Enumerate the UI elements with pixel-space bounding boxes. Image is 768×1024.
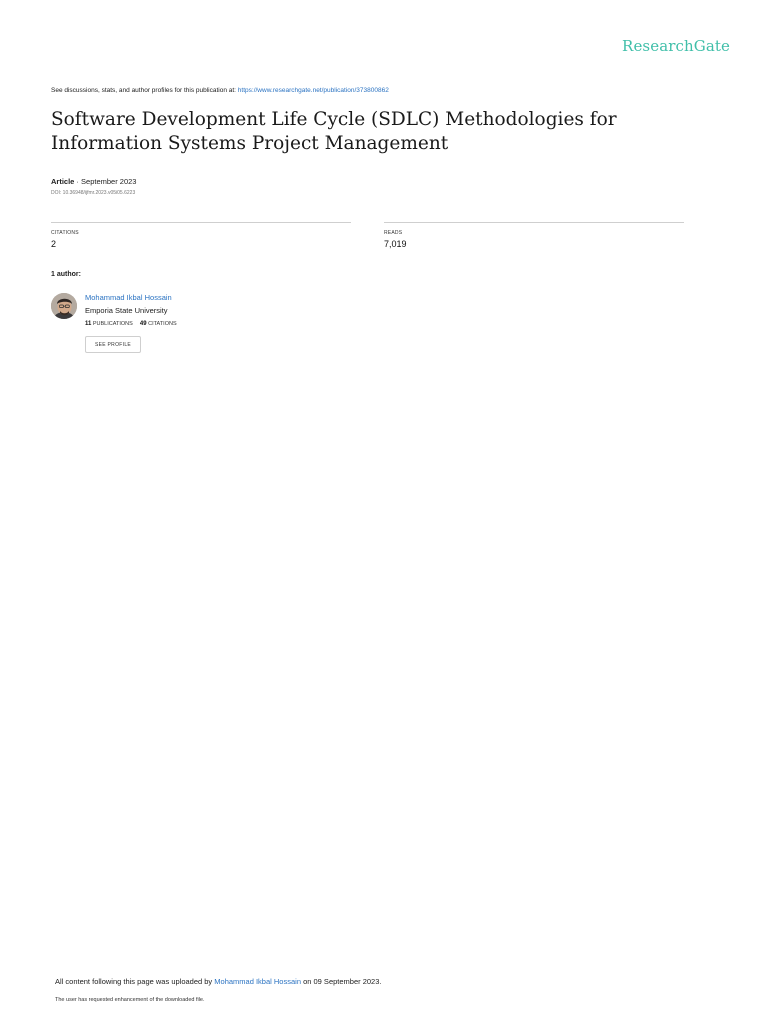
publications-count: 11 [85, 321, 92, 327]
article-meta: Article · September 2023 [51, 177, 136, 186]
article-doi[interactable]: DOI: 10.36948/ijfmr.2023.v05i05.6223 [51, 190, 135, 196]
see-profile-button[interactable]: SEE PROFILE [85, 336, 141, 353]
citations-stat: CITATIONS 2 [51, 222, 351, 249]
author-citations-label: CITATIONS [148, 321, 177, 327]
reads-label: READS [384, 230, 403, 236]
author-name-link[interactable]: Mohammad Ikbal Hossain [85, 293, 172, 302]
avatar-image [51, 293, 77, 319]
authors-label: 1 author: [51, 271, 81, 278]
publication-link[interactable]: https://www.researchgate.net/publication… [238, 87, 389, 94]
upload-suffix: on 09 September 2023. [301, 977, 382, 986]
author-institution[interactable]: Emporia State University [85, 306, 168, 315]
discussion-prefix: See discussions, stats, and author profi… [51, 87, 238, 94]
author-avatar[interactable] [51, 293, 77, 319]
enhancement-note: The user has requested enhancement of th… [55, 997, 205, 1003]
meta-separator: · [74, 177, 82, 186]
reads-value: 7,019 [384, 239, 407, 249]
article-type: Article [51, 177, 75, 186]
discussion-line: See discussions, stats, and author profi… [51, 87, 389, 94]
citations-value: 2 [51, 239, 57, 249]
upload-prefix: All content following this page was uplo… [55, 977, 215, 986]
publications-label: PUBLICATIONS [92, 321, 133, 327]
reads-stat: READS 7,019 [384, 222, 684, 249]
author-citations-count: 49 [139, 321, 147, 327]
article-title: Software Development Life Cycle (SDLC) M… [51, 109, 617, 154]
article-date: September 2023 [81, 177, 137, 186]
uploader-link[interactable]: Mohammad Ikbal Hossain [214, 977, 301, 986]
researchgate-logo[interactable]: ResearchGate [600, 37, 730, 55]
author-stats: 11 PUBLICATIONS 49 CITATIONS [85, 321, 177, 327]
upload-info: All content following this page was uplo… [55, 977, 381, 986]
citations-label: CITATIONS [51, 230, 79, 236]
